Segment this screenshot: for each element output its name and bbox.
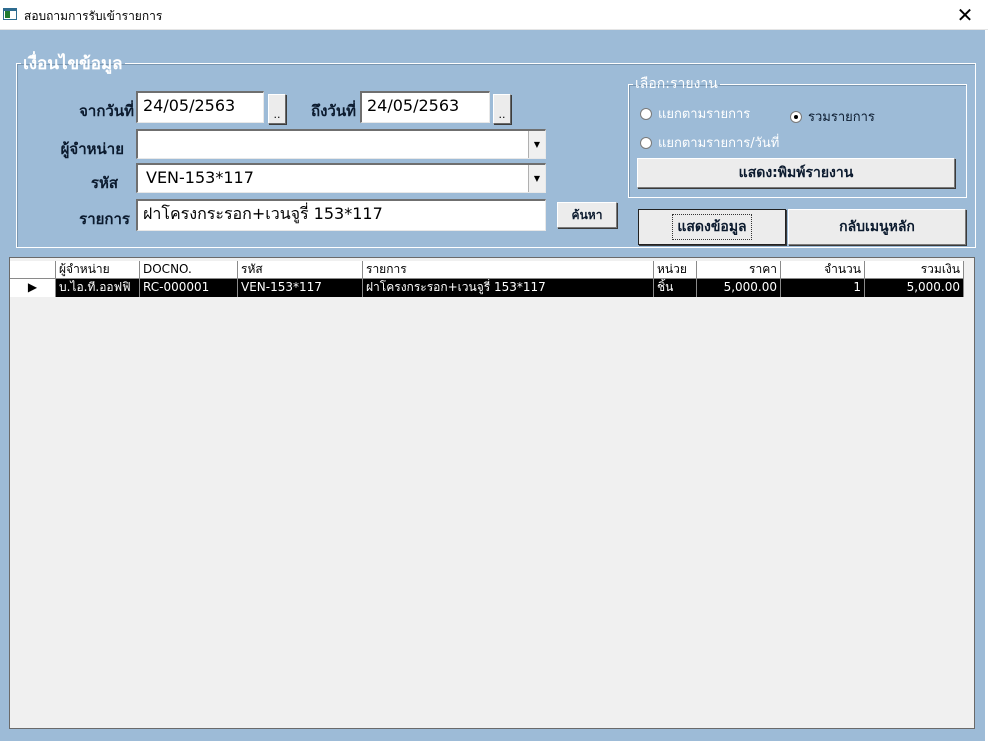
radio-indicator [790,110,802,123]
row-header-corner [10,261,56,279]
cell-item[interactable]: ฝาโครงกระรอก+เวนจูรี่ 153*117 [363,279,654,297]
from-date-field[interactable]: 24/05/2563 [136,91,264,123]
cell-quantity[interactable]: 1 [781,279,865,297]
column-header-item[interactable]: รายการ [363,261,654,279]
code-dropdown[interactable]: VEN-153*117 ▼ [136,163,546,193]
column-header-docno[interactable]: DOCNO. [140,261,238,279]
print-report-label: แสดง:พิมพ์รายงาน [738,165,854,181]
title-bar: สอบถามการรับเข้ารายการ ✕ [0,0,988,30]
to-date-label: ถึงวันที่ [311,102,356,120]
main-menu-button[interactable]: กลับเมนูหลัก [788,209,966,245]
radio-indicator [640,136,652,149]
radio-summary-label: รวมรายการ [808,110,875,125]
form-body: เงื่อนไขข้อมูล จากวันที่ 24/05/2563 .. ถ… [0,30,988,741]
close-button[interactable]: ✕ [942,0,988,30]
search-button-label: ค้นหา [571,207,603,222]
cell-price[interactable]: 5,000.00 [697,279,781,297]
cell-vendor[interactable]: บ.ไอ.ที.ออฟฟิ [56,279,140,297]
column-header-quantity[interactable]: จำนวน [781,261,865,279]
grid-header-row: ผู้จำหน่าย DOCNO. รหัส รายการ หน่วย ราคา… [10,261,974,279]
show-data-label: แสดงข้อมูล [672,214,752,240]
code-label: รหัส [90,174,118,192]
vendor-dropdown[interactable]: ▼ [136,129,546,159]
current-row-arrow-icon: ▶ [10,279,56,297]
show-data-button[interactable]: แสดงข้อมูล [638,209,786,245]
vendor-label: ผู้จำหน่าย [60,140,124,158]
radio-by-item-date-label: แยกตามรายการ/วันที่ [658,136,780,151]
cell-unit[interactable]: ชิ้น [654,279,697,297]
item-field[interactable]: ฝาโครงกระรอก+เวนจูรี่ 153*117 [136,199,546,231]
chevron-down-icon[interactable]: ▼ [528,165,545,192]
radio-by-item[interactable]: แยกตามรายการ [640,103,750,124]
cell-docno[interactable]: RC-000001 [140,279,238,297]
from-date-picker-button[interactable]: .. [268,94,286,124]
code-value: VEN-153*117 [146,168,254,187]
column-header-total[interactable]: รวมเงิน [865,261,964,279]
from-date-label: จากวันที่ [79,102,134,120]
search-button[interactable]: ค้นหา [557,202,617,228]
radio-indicator [640,107,652,120]
cell-total[interactable]: 5,000.00 [865,279,964,297]
window-title: สอบถามการรับเข้ารายการ [24,9,163,23]
conditions-legend: เงื่อนไขข้อมูล [23,54,123,74]
column-header-vendor[interactable]: ผู้จำหน่าย [56,261,140,279]
report-legend: เลือก:รายงาน [635,76,718,92]
main-menu-label: กลับเมนูหลัก [839,219,915,235]
radio-by-item-date[interactable]: แยกตามรายการ/วันที่ [640,132,779,153]
to-date-field[interactable]: 24/05/2563 [360,91,490,123]
column-header-price[interactable]: ราคา [697,261,781,279]
radio-by-item-label: แยกตามรายการ [658,107,751,122]
data-grid[interactable]: ผู้จำหน่าย DOCNO. รหัส รายการ หน่วย ราคา… [9,257,975,729]
app-icon [3,8,17,20]
chevron-down-icon[interactable]: ▼ [528,131,545,158]
cell-code[interactable]: VEN-153*117 [238,279,363,297]
column-header-unit[interactable]: หน่วย [654,261,697,279]
print-report-button[interactable]: แสดง:พิมพ์รายงาน [637,158,955,188]
item-label: รายการ [79,210,130,228]
table-row[interactable]: ▶ บ.ไอ.ที.ออฟฟิ RC-000001 VEN-153*117 ฝา… [10,279,974,297]
radio-summary[interactable]: รวมรายการ [790,106,875,127]
to-date-picker-button[interactable]: .. [493,94,511,124]
column-header-code[interactable]: รหัส [238,261,363,279]
